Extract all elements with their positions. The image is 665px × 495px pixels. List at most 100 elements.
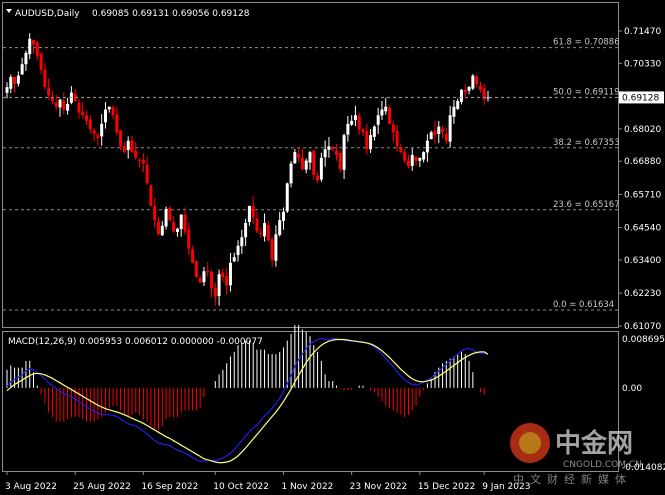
candle-body (141, 159, 145, 164)
candle-body (96, 135, 100, 138)
candle-body (266, 225, 270, 241)
candle-body (369, 135, 373, 150)
symbol-dropdown-icon[interactable] (6, 9, 12, 13)
candle-body (35, 42, 39, 56)
candle-body (62, 100, 66, 110)
candle-body (179, 214, 183, 230)
candle-body (236, 245, 240, 256)
candle-body (39, 53, 43, 70)
x-tick-label: 23 Nov 2022 (350, 482, 408, 492)
candle-body (213, 287, 217, 297)
candle-body (478, 85, 482, 90)
candle-body (270, 239, 274, 260)
candle-body (92, 130, 96, 134)
candle-body (77, 102, 81, 113)
candle-body (164, 208, 168, 227)
candle-body (20, 64, 24, 75)
candle-body (126, 140, 130, 151)
candle-body (331, 146, 335, 150)
candle-body (361, 129, 365, 133)
candle-body (28, 38, 32, 55)
symbol-label: AUDUSD,Daily (15, 9, 80, 19)
watermark-brand: 中金网 (555, 428, 633, 459)
candle-body (357, 115, 361, 130)
candle-body (85, 115, 89, 121)
candle-body (448, 115, 452, 142)
candle-body (274, 234, 278, 261)
y-tick-label: 0.63400 (624, 256, 661, 266)
candle-body (346, 123, 350, 135)
candle-body (285, 183, 289, 212)
candle-body (425, 140, 429, 153)
x-tick-label: 9 Jan 2023 (482, 482, 530, 492)
watermark: 中金网 CNGOLD.COM.CN 中文财经新媒体 (510, 423, 642, 486)
candle-body (380, 109, 384, 116)
candle-body (168, 207, 172, 221)
candle-body (54, 102, 58, 107)
y-tick-label: 0.62230 (624, 289, 661, 299)
x-tick-label: 3 Aug 2022 (5, 482, 57, 492)
candle-body (247, 206, 251, 223)
candle-body (187, 229, 191, 249)
candle-body (58, 99, 62, 108)
candle-body (388, 107, 392, 124)
candle-body (342, 135, 346, 170)
candle-body (103, 109, 107, 123)
candle-body (100, 123, 104, 137)
fib-label: 38.2 = 0.67353 (553, 138, 620, 148)
candle-body (160, 225, 164, 236)
watermark-tagline: 中文财经新媒体 (513, 472, 632, 486)
candle-body (471, 75, 475, 89)
candle-body (172, 222, 176, 232)
candle-body (228, 262, 232, 286)
macd-y-tick-label: 0.008695 (622, 335, 665, 345)
y-tick-label: 0.68020 (624, 125, 661, 135)
candle-body (32, 40, 36, 45)
watermark-logo-inner (519, 432, 541, 454)
candle-body (384, 106, 388, 112)
candle-body (232, 257, 236, 262)
candle-body (202, 271, 206, 283)
fib-label: 50.0 = 0.69119 (553, 88, 620, 98)
candle-body (433, 130, 437, 136)
candle-body (403, 152, 407, 161)
candles (3, 33, 618, 306)
candle-body (304, 160, 308, 170)
y-tick-label: 0.65710 (624, 190, 661, 200)
candle-body (467, 86, 471, 91)
candle-body (327, 146, 331, 150)
candle-body (194, 261, 198, 277)
candle-body (335, 150, 339, 155)
candle-body (134, 150, 138, 158)
candle-body (422, 152, 426, 160)
candle-body (198, 278, 202, 283)
fib-label: 23.6 = 0.65167 (553, 200, 620, 210)
candle-body (81, 111, 85, 116)
candle-body (391, 124, 395, 133)
candle-body (138, 159, 142, 161)
x-tick-label: 25 Aug 2022 (73, 482, 131, 492)
candle-body (441, 128, 445, 133)
candle-body (312, 150, 316, 175)
candle-body (43, 69, 47, 87)
ohlc-readout: 0.69085 0.69131 0.69056 0.69128 (92, 9, 250, 19)
y-tick-label: 0.71470 (624, 27, 661, 37)
x-tick-label: 10 Oct 2022 (213, 482, 269, 492)
x-tick-label: 16 Sep 2022 (141, 482, 198, 492)
candle-body (406, 160, 410, 167)
candle-body (115, 114, 119, 133)
candle-body (278, 220, 282, 235)
candle-body (206, 271, 210, 273)
candle-body (47, 88, 51, 96)
candle-body (281, 211, 285, 221)
candle-body (221, 272, 225, 277)
candle-body (191, 249, 195, 263)
candle-body (153, 205, 157, 221)
candle-body (217, 274, 221, 297)
candle-body (316, 175, 320, 181)
candle-body (323, 149, 327, 158)
candle-body (149, 185, 153, 207)
candle-body (463, 89, 467, 93)
candle-body (482, 88, 486, 100)
candle-body (338, 152, 342, 170)
